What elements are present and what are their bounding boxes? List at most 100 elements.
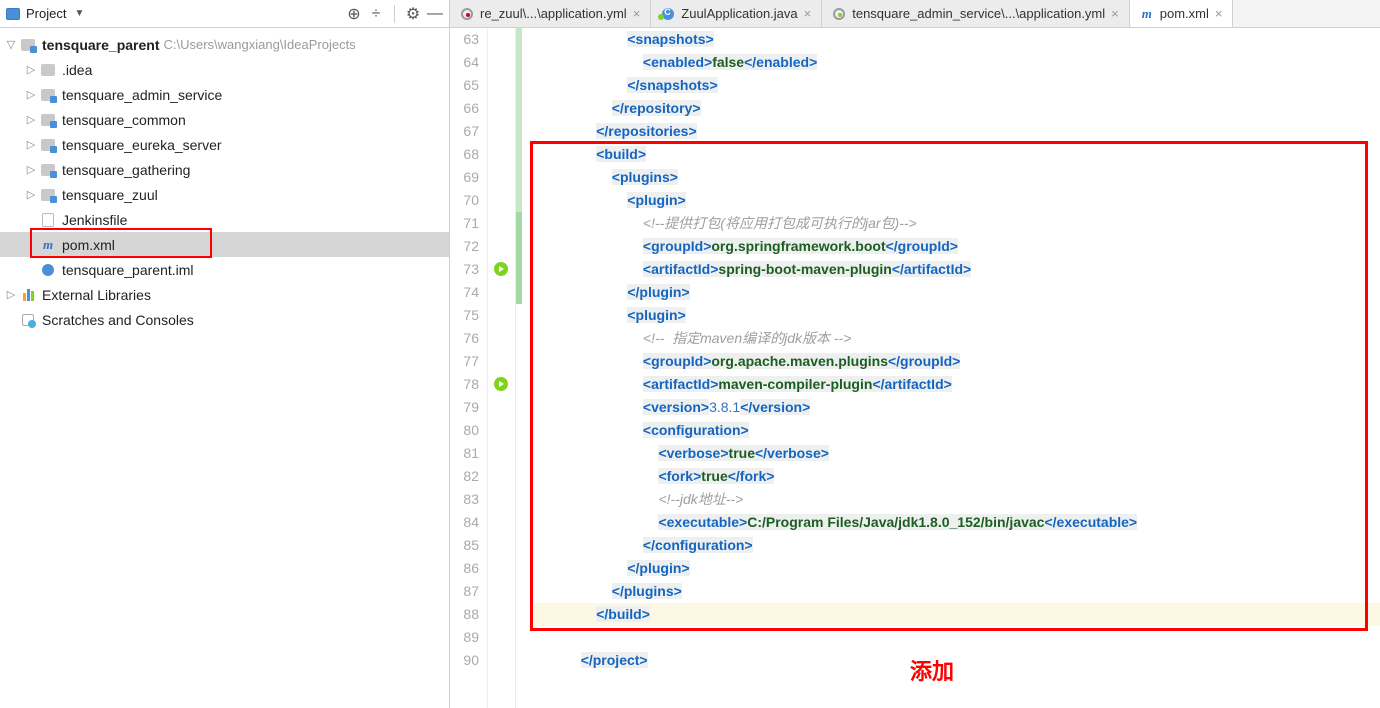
- code-line[interactable]: </plugin>: [534, 557, 1380, 580]
- line-number[interactable]: 64: [450, 51, 479, 74]
- code-line[interactable]: <snapshots>: [534, 28, 1380, 51]
- line-number[interactable]: 88: [450, 603, 479, 626]
- code-line[interactable]: </project>: [534, 649, 1380, 672]
- code-content[interactable]: 添加 <snapshots> <enabled>false</enabled> …: [530, 28, 1380, 708]
- code-line[interactable]: </plugins>: [534, 580, 1380, 603]
- tab-tensquare-admin-service-application-yml[interactable]: tensquare_admin_service\...\application.…: [822, 0, 1130, 27]
- line-number[interactable]: 78: [450, 373, 479, 396]
- code-line[interactable]: <artifactId>maven-compiler-plugin</artif…: [534, 373, 1380, 396]
- chevron-right-icon[interactable]: ▷: [22, 113, 40, 126]
- code-line[interactable]: <groupId>org.springframework.boot</group…: [534, 235, 1380, 258]
- code-line[interactable]: <plugins>: [534, 166, 1380, 189]
- editor-tabs[interactable]: re_zuul\...\application.yml×ZuulApplicat…: [450, 0, 1380, 28]
- tree-item-tensquare-zuul[interactable]: ▷tensquare_zuul: [0, 182, 449, 207]
- code-line[interactable]: <configuration>: [534, 419, 1380, 442]
- chevron-right-icon[interactable]: ▷: [22, 138, 40, 151]
- line-number[interactable]: 84: [450, 511, 479, 534]
- code-line[interactable]: </snapshots>: [534, 74, 1380, 97]
- line-number[interactable]: 86: [450, 557, 479, 580]
- line-number[interactable]: 80: [450, 419, 479, 442]
- line-number[interactable]: 63: [450, 28, 479, 51]
- code-line[interactable]: <groupId>org.apache.maven.plugins</group…: [534, 350, 1380, 373]
- code-line[interactable]: <!--提供打包(将应用打包成可执行的jar包)-->: [534, 212, 1380, 235]
- code-line[interactable]: </repositories>: [534, 120, 1380, 143]
- line-number[interactable]: 75: [450, 304, 479, 327]
- code-line[interactable]: <version>3.8.1</version>: [534, 396, 1380, 419]
- code-line[interactable]: </plugin>: [534, 281, 1380, 304]
- line-number[interactable]: 90: [450, 649, 479, 672]
- tab-pom-xml[interactable]: mpom.xml×: [1130, 0, 1234, 27]
- line-number[interactable]: 79: [450, 396, 479, 419]
- code-line[interactable]: </repository>: [534, 97, 1380, 120]
- code-line[interactable]: <verbose>true</verbose>: [534, 442, 1380, 465]
- line-number[interactable]: 72: [450, 235, 479, 258]
- tab-zuulapplication-java[interactable]: ZuulApplication.java×: [651, 0, 822, 27]
- chevron-right-icon[interactable]: ▷: [22, 188, 40, 201]
- project-tree[interactable]: ▽ tensquare_parent C:\Users\wangxiang\Id…: [0, 28, 449, 336]
- tree-item-jenkinsfile[interactable]: ▷Jenkinsfile: [0, 207, 449, 232]
- line-number[interactable]: 74: [450, 281, 479, 304]
- line-number[interactable]: 66: [450, 97, 479, 120]
- code-line[interactable]: <build>: [534, 143, 1380, 166]
- line-number[interactable]: 89: [450, 626, 479, 649]
- code-line[interactable]: <enabled>false</enabled>: [534, 51, 1380, 74]
- gutter-icons[interactable]: [488, 28, 516, 708]
- code-editor[interactable]: 6364656667686970717273747576777879808182…: [450, 28, 1380, 708]
- external-libraries[interactable]: ▷ External Libraries: [0, 282, 449, 307]
- fold-strip[interactable]: [516, 28, 530, 708]
- line-number[interactable]: 65: [450, 74, 479, 97]
- tree-item-tensquare-eureka-server[interactable]: ▷tensquare_eureka_server: [0, 132, 449, 157]
- code-line[interactable]: <!-- 指定maven编译的jdk版本 -->: [534, 327, 1380, 350]
- run-gutter-icon[interactable]: [494, 262, 508, 276]
- code-line[interactable]: <!--jdk地址-->: [534, 488, 1380, 511]
- close-icon[interactable]: ×: [804, 6, 812, 21]
- line-number[interactable]: 69: [450, 166, 479, 189]
- chevron-right-icon[interactable]: ▷: [2, 288, 20, 301]
- close-icon[interactable]: ×: [1215, 6, 1223, 21]
- tree-item-pom-xml[interactable]: ▷mpom.xml: [0, 232, 449, 257]
- line-number[interactable]: 87: [450, 580, 479, 603]
- chevron-right-icon[interactable]: ▷: [22, 88, 40, 101]
- line-number[interactable]: 68: [450, 143, 479, 166]
- line-number[interactable]: 81: [450, 442, 479, 465]
- code-line[interactable]: <plugin>: [534, 304, 1380, 327]
- line-number[interactable]: 70: [450, 189, 479, 212]
- locate-icon[interactable]: ⊕: [346, 6, 362, 22]
- line-number[interactable]: 77: [450, 350, 479, 373]
- chevron-down-icon[interactable]: ▼: [74, 8, 84, 19]
- code-line[interactable]: [534, 626, 1380, 649]
- run-gutter-icon[interactable]: [494, 377, 508, 391]
- tree-item-tensquare-admin-service[interactable]: ▷tensquare_admin_service: [0, 82, 449, 107]
- line-number-gutter[interactable]: 6364656667686970717273747576777879808182…: [450, 28, 488, 708]
- code-line[interactable]: <artifactId>spring-boot-maven-plugin</ar…: [534, 258, 1380, 281]
- tree-item-tensquare-gathering[interactable]: ▷tensquare_gathering: [0, 157, 449, 182]
- close-icon[interactable]: ×: [633, 6, 641, 21]
- tree-item--idea[interactable]: ▷.idea: [0, 57, 449, 82]
- tree-item-tensquare-common[interactable]: ▷tensquare_common: [0, 107, 449, 132]
- line-number[interactable]: 83: [450, 488, 479, 511]
- code-line[interactable]: <fork>true</fork>: [534, 465, 1380, 488]
- code-line[interactable]: <executable>C:/Program Files/Java/jdk1.8…: [534, 511, 1380, 534]
- line-number[interactable]: 85: [450, 534, 479, 557]
- tab-re-zuul-application-yml[interactable]: re_zuul\...\application.yml×: [450, 0, 651, 27]
- chevron-right-icon[interactable]: ▷: [22, 163, 40, 176]
- code-line[interactable]: </build>: [534, 603, 1380, 626]
- line-number[interactable]: 67: [450, 120, 479, 143]
- tree-item-tensquare-parent-iml[interactable]: ▷tensquare_parent.iml: [0, 257, 449, 282]
- line-number[interactable]: 76: [450, 327, 479, 350]
- code-line[interactable]: <plugin>: [534, 189, 1380, 212]
- yml-icon: [461, 8, 473, 20]
- close-icon[interactable]: ×: [1111, 6, 1119, 21]
- scratches-consoles[interactable]: ▷ Scratches and Consoles: [0, 307, 449, 332]
- line-number[interactable]: 73: [450, 258, 479, 281]
- line-number[interactable]: 82: [450, 465, 479, 488]
- chevron-right-icon[interactable]: ▷: [22, 63, 40, 76]
- tree-root[interactable]: ▽ tensquare_parent C:\Users\wangxiang\Id…: [0, 32, 449, 57]
- code-line[interactable]: </configuration>: [534, 534, 1380, 557]
- chevron-down-icon[interactable]: ▽: [2, 38, 20, 51]
- project-title[interactable]: Project: [26, 6, 66, 21]
- gear-icon[interactable]: ⚙: [405, 6, 421, 22]
- collapse-icon[interactable]: ÷: [368, 6, 384, 22]
- line-number[interactable]: 71: [450, 212, 479, 235]
- hide-icon[interactable]: —: [427, 6, 443, 22]
